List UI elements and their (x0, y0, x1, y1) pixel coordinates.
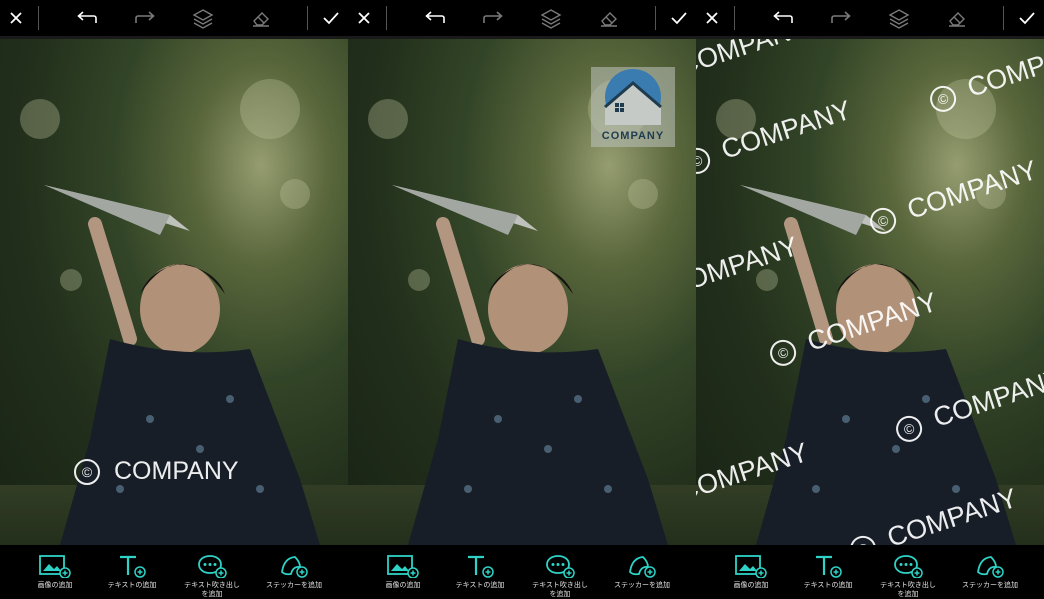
tool-label: 画像の追加 (37, 581, 73, 589)
confirm-button[interactable] (666, 0, 692, 36)
copyright-symbol: © (846, 532, 880, 545)
photo-canvas[interactable]: COMPANY (348, 39, 696, 545)
layers-icon (192, 9, 214, 29)
add-image-tool[interactable]: 画像の追加 (711, 554, 791, 590)
editor-screen-3: COMPANY © COMPANY © COMPANY © COMPANY COMPA… (696, 0, 1044, 599)
add-image-icon (735, 555, 767, 578)
add-text-icon (468, 555, 494, 578)
add-sticker-tool[interactable]: ステッカーを追加 (950, 554, 1030, 590)
divider (307, 6, 308, 30)
divider (38, 6, 39, 30)
editor-screen-1: © COMPANY 画像の追加 テキストの追加 テキスト吹き出し を追加 ステッカ… (0, 0, 348, 599)
eraser-button[interactable] (248, 0, 274, 36)
copyright-symbol: © (74, 459, 100, 486)
add-sticker-icon (281, 556, 308, 578)
add-speech-bubble-icon (198, 555, 227, 578)
add-image-tool[interactable]: 画像の追加 (15, 554, 95, 590)
close-button[interactable] (4, 0, 28, 36)
add-image-tool[interactable]: 画像の追加 (363, 554, 443, 590)
undo-icon (77, 11, 97, 23)
redo-icon (135, 11, 155, 23)
layers-icon (540, 9, 562, 29)
add-sticker-tool[interactable]: ステッカーを追加 (254, 554, 334, 590)
photo-canvas[interactable]: © COMPANY (0, 39, 348, 545)
tool-label: テキスト吹き出し を追加 (880, 581, 936, 598)
bottom-toolbar: 画像の追加 テキストの追加 テキスト吹き出し を追加 ステッカーを追加 (0, 545, 348, 599)
layers-icon (888, 9, 910, 29)
tool-label: ステッカーを追加 (614, 581, 670, 589)
bottom-toolbar: 画像の追加 テキストの追加 テキスト吹き出し を追加 ステッカーを追加 (696, 545, 1044, 599)
divider (386, 6, 387, 30)
bottom-toolbar: 画像の追加 テキストの追加 テキスト吹き出し を追加 ステッカーを追加 (348, 545, 696, 599)
watermark-text: COMPANY (114, 457, 239, 485)
logo-text: COMPANY (601, 130, 665, 142)
house-logo-icon (604, 69, 662, 125)
tool-label: テキストの追加 (455, 581, 505, 589)
confirm-button[interactable] (318, 0, 344, 36)
add-speech-bubble-icon (546, 555, 575, 578)
add-image-icon (39, 555, 71, 578)
check-icon (1019, 12, 1035, 25)
redo-button[interactable] (828, 0, 854, 36)
divider (1003, 6, 1004, 30)
eraser-icon (601, 12, 617, 27)
text-watermark[interactable]: © COMPANY (74, 457, 239, 486)
add-text-tool[interactable]: テキストの追加 (92, 554, 172, 590)
redo-icon (831, 11, 851, 23)
add-text-icon (816, 555, 842, 578)
undo-icon (425, 11, 445, 23)
check-icon (671, 12, 687, 25)
close-button[interactable] (352, 0, 376, 36)
add-sticker-icon (977, 556, 1004, 578)
add-speech-bubble-tool[interactable]: テキスト吹き出し を追加 (172, 554, 252, 599)
redo-button[interactable] (480, 0, 506, 36)
close-icon (358, 12, 370, 24)
layers-button[interactable] (886, 0, 912, 36)
add-text-tool[interactable]: テキストの追加 (440, 554, 520, 590)
undo-button[interactable] (74, 0, 100, 36)
top-toolbar (0, 0, 348, 36)
undo-icon (773, 11, 793, 23)
tool-label: 画像の追加 (733, 581, 769, 589)
divider (734, 6, 735, 30)
add-text-icon (120, 555, 146, 578)
redo-icon (483, 11, 503, 23)
undo-button[interactable] (770, 0, 796, 36)
close-icon (706, 12, 718, 24)
tool-label: テキスト吹き出し を追加 (184, 581, 240, 598)
undo-button[interactable] (422, 0, 448, 36)
add-text-tool[interactable]: テキストの追加 (788, 554, 868, 590)
add-speech-bubble-tool[interactable]: テキスト吹き出し を追加 (868, 554, 948, 599)
confirm-button[interactable] (1014, 0, 1040, 36)
editor-screen-2: COMPANY 画像の追加 テキストの追加 テキスト吹き出し を追加 ステッカー… (348, 0, 696, 599)
screens-row: © COMPANY 画像の追加 テキストの追加 テキスト吹き出し を追加 ステッカ… (0, 0, 1044, 599)
tool-label: テキストの追加 (803, 581, 853, 589)
photo-canvas[interactable]: COMPANY © COMPANY © COMPANY © COMPANY COMPA… (696, 39, 1044, 545)
layers-button[interactable] (190, 0, 216, 36)
add-sticker-tool[interactable]: ステッカーを追加 (602, 554, 682, 590)
close-button[interactable] (700, 0, 724, 36)
logo-watermark[interactable]: COMPANY (591, 67, 675, 147)
close-icon (10, 12, 22, 24)
divider (655, 6, 656, 30)
add-speech-bubble-tool[interactable]: テキスト吹き出し を追加 (520, 554, 600, 599)
eraser-icon (253, 12, 269, 27)
tool-label: ステッカーを追加 (266, 581, 322, 589)
layers-button[interactable] (538, 0, 564, 36)
eraser-icon (949, 12, 965, 27)
top-toolbar (696, 0, 1044, 36)
eraser-button[interactable] (944, 0, 970, 36)
add-speech-bubble-icon (894, 555, 923, 578)
check-icon (323, 12, 339, 25)
add-image-icon (387, 555, 419, 578)
tool-label: テキストの追加 (107, 581, 157, 589)
add-sticker-icon (629, 556, 656, 578)
eraser-button[interactable] (596, 0, 622, 36)
tool-label: 画像の追加 (385, 581, 421, 589)
redo-button[interactable] (132, 0, 158, 36)
tool-label: テキスト吹き出し を追加 (532, 581, 588, 598)
top-toolbar (348, 0, 696, 36)
tool-label: ステッカーを追加 (962, 581, 1018, 589)
